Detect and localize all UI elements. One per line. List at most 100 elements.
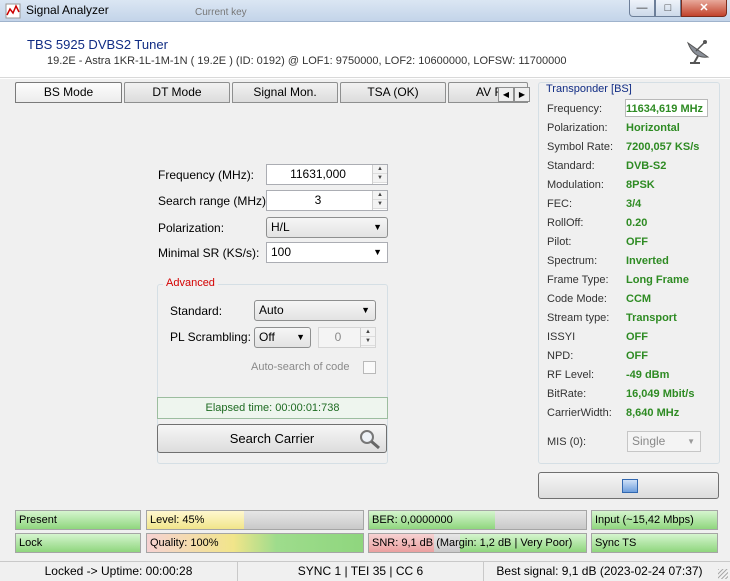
sync-text: Sync TS bbox=[595, 537, 637, 549]
search-carrier-button[interactable]: Search Carrier bbox=[157, 424, 387, 453]
chevron-down-icon: ▼ bbox=[687, 437, 695, 446]
spin-down-icon[interactable]: ▼ bbox=[373, 200, 387, 209]
transponder-key: Standard: bbox=[547, 160, 595, 172]
tab-signal-monitor[interactable]: Signal Mon. bbox=[232, 82, 338, 103]
input-indicator: Input (~15,42 Mbps) bbox=[591, 510, 718, 530]
transponder-value: -49 dBm bbox=[626, 369, 670, 381]
lock-indicator: Lock bbox=[15, 533, 141, 553]
pl-scrambling-label: PL Scrambling: bbox=[170, 330, 251, 344]
panel-toggle-button[interactable] bbox=[538, 472, 719, 499]
level-indicator: Level: 45% bbox=[146, 510, 364, 530]
minimal-sr-combo[interactable]: 100 ▼ bbox=[266, 242, 388, 263]
mode-tabs: BS Mode DT Mode Signal Mon. TSA (OK) AV … bbox=[15, 82, 530, 104]
spin-up-icon[interactable]: ▲ bbox=[373, 191, 387, 200]
pl-code-spinner[interactable]: ▲ ▼ bbox=[360, 328, 375, 347]
chevron-down-icon: ▼ bbox=[361, 305, 370, 315]
transponder-key: Symbol Rate: bbox=[547, 141, 614, 153]
transponder-value: DVB-S2 bbox=[626, 160, 667, 172]
level-text: Level: 45% bbox=[150, 514, 205, 526]
chevron-down-icon: ▼ bbox=[373, 247, 382, 257]
auto-search-checkbox[interactable] bbox=[363, 361, 376, 374]
lock-text: Lock bbox=[19, 537, 43, 549]
transponder-key: Frame Type: bbox=[547, 274, 609, 286]
spin-up-icon[interactable]: ▲ bbox=[373, 165, 387, 174]
quality-indicator: Quality: 100% bbox=[146, 533, 364, 553]
maximize-button[interactable]: □ bbox=[655, 0, 681, 17]
quality-text: Quality: 100% bbox=[150, 537, 219, 549]
transponder-key: Stream type: bbox=[547, 312, 610, 324]
transponder-value: 16,049 Mbit/s bbox=[626, 388, 695, 400]
input-text: Input (~15,42 Mbps) bbox=[595, 514, 694, 526]
mis-select[interactable]: Single ▼ bbox=[627, 431, 701, 452]
sync-status: SYNC 1 | TEI 35 | CC 6 bbox=[237, 562, 483, 581]
tab-dt-mode[interactable]: DT Mode bbox=[124, 82, 230, 103]
mis-value: Single bbox=[632, 434, 666, 448]
transponder-value: 7200,057 KS/s bbox=[626, 141, 700, 153]
search-range-value: 3 bbox=[314, 193, 322, 207]
magnifier-icon bbox=[360, 430, 380, 450]
transponder-key: RF Level: bbox=[547, 369, 595, 381]
standard-value: Auto bbox=[259, 303, 284, 317]
transponder-value: 8PSK bbox=[626, 179, 655, 191]
transponder-value: 3/4 bbox=[626, 198, 642, 210]
tab-scroll-right-icon[interactable]: ▶ bbox=[514, 87, 530, 102]
search-range-label: Search range (MHz): bbox=[158, 194, 270, 208]
present-text: Present bbox=[19, 514, 57, 526]
snr-text: SNR: 9,1 dB (Margin: 1,2 dB | Very Poor) bbox=[372, 537, 573, 549]
tab-tsa[interactable]: TSA (OK) bbox=[340, 82, 446, 103]
search-range-input[interactable]: 3 ▲ ▼ bbox=[266, 190, 388, 211]
mis-label: MIS (0): bbox=[547, 436, 587, 448]
spin-down-icon[interactable]: ▼ bbox=[373, 174, 387, 183]
app-icon bbox=[5, 3, 21, 19]
status-bar: Locked -> Uptime: 00:00:28 SYNC 1 | TEI … bbox=[0, 561, 730, 581]
close-button[interactable]: ✕ bbox=[681, 0, 727, 17]
frequency-input[interactable]: 11631,000 ▲ ▼ bbox=[266, 164, 388, 185]
transponder-value: 11634,619 MHz bbox=[626, 103, 704, 115]
transponder-value: Horizontal bbox=[626, 122, 680, 134]
elapsed-time: Elapsed time: 00:00:01:738 bbox=[157, 397, 388, 419]
transponder-key: Polarization: bbox=[547, 122, 608, 134]
transponder-title: Transponder [BS] bbox=[544, 83, 634, 95]
window-title: Signal Analyzer bbox=[26, 3, 109, 17]
best-signal-status: Best signal: 9,1 dB (2023-02-24 07:37) bbox=[483, 562, 715, 581]
transponder-value: CCM bbox=[626, 293, 652, 305]
transponder-value: 8,640 MHz bbox=[626, 407, 680, 419]
chevron-down-icon: ▼ bbox=[373, 222, 382, 232]
chevron-down-icon: ▼ bbox=[296, 332, 305, 342]
transponder-key: BitRate: bbox=[547, 388, 587, 400]
polarization-label: Polarization: bbox=[158, 221, 225, 235]
transponder-value: Inverted bbox=[626, 255, 669, 267]
standard-select[interactable]: Auto ▼ bbox=[254, 300, 376, 321]
auto-search-label: Auto-search of code bbox=[251, 361, 350, 373]
standard-label: Standard: bbox=[170, 304, 223, 318]
search-range-spinner[interactable]: ▲ ▼ bbox=[372, 191, 387, 210]
ber-text: BER: 0,0000000 bbox=[372, 514, 453, 526]
spin-down-icon[interactable]: ▼ bbox=[361, 337, 375, 346]
tab-scroll-left-icon[interactable]: ◀ bbox=[498, 87, 514, 102]
minimal-sr-value: 100 bbox=[271, 245, 292, 259]
transponder-value: 0.20 bbox=[626, 217, 648, 229]
frequency-label: Frequency (MHz): bbox=[158, 168, 255, 182]
ber-indicator: BER: 0,0000000 bbox=[368, 510, 587, 530]
resize-grip[interactable] bbox=[718, 569, 728, 579]
transponder-key: CarrierWidth: bbox=[547, 407, 612, 419]
pl-scrambling-select[interactable]: Off ▼ bbox=[254, 327, 311, 348]
polarization-select[interactable]: H/L ▼ bbox=[266, 217, 388, 238]
transponder-key: Modulation: bbox=[547, 179, 604, 191]
transponder-value: Long Frame bbox=[626, 274, 689, 286]
minimize-button[interactable]: — bbox=[629, 0, 655, 17]
minimal-sr-label: Minimal SR (KS/s): bbox=[158, 246, 260, 260]
transponder-key: Code Mode: bbox=[547, 293, 607, 305]
advanced-title: Advanced bbox=[163, 277, 218, 289]
title-bar: Signal Analyzer Current key — □ ✕ bbox=[0, 0, 730, 22]
tuner-name: TBS 5925 DVBS2 Tuner bbox=[27, 37, 168, 52]
frequency-spinner[interactable]: ▲ ▼ bbox=[372, 165, 387, 184]
transponder-key: ISSYI bbox=[547, 331, 576, 343]
pl-code-input[interactable]: 0 ▲ ▼ bbox=[318, 327, 376, 348]
spin-up-icon[interactable]: ▲ bbox=[361, 328, 375, 337]
frequency-value: 11631,000 bbox=[290, 167, 346, 181]
tab-bs-mode[interactable]: BS Mode bbox=[15, 82, 122, 103]
tuner-header: TBS 5925 DVBS2 Tuner 19.2E - Astra 1KR-1… bbox=[0, 23, 730, 78]
transponder-key: FEC: bbox=[547, 198, 573, 210]
satellite-info: 19.2E - Astra 1KR-1L-1M-1N ( 19.2E ) (ID… bbox=[47, 55, 567, 67]
